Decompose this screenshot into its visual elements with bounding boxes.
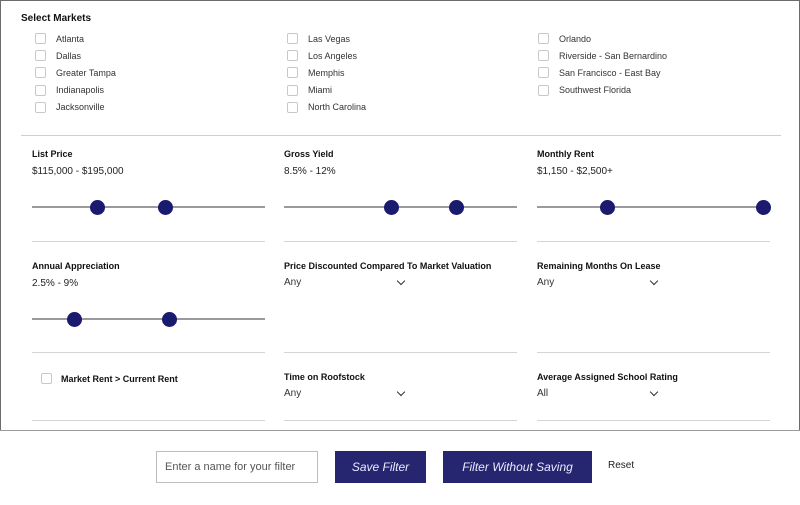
market-item-riverside[interactable]: Riverside - San Bernardino (538, 47, 667, 64)
checkbox-icon[interactable] (538, 84, 549, 96)
slider-thumb-min[interactable] (384, 200, 400, 215)
slider-track (284, 206, 517, 208)
market-column-1: Atlanta Dallas Greater Tampa Indianapoli… (35, 30, 116, 116)
checkbox-icon[interactable] (35, 67, 46, 79)
slider-track (537, 206, 770, 208)
filter-name-input[interactable] (156, 451, 318, 483)
checkbox-icon[interactable] (538, 67, 549, 79)
market-item-dallas[interactable]: Dallas (35, 47, 116, 64)
school-rating-select[interactable]: All (537, 387, 659, 399)
market-item-southwest-florida[interactable]: Southwest Florida (538, 82, 667, 99)
remaining-months-selected: Any (537, 277, 555, 288)
monthly-rent-slider[interactable] (537, 199, 771, 215)
market-item-memphis[interactable]: Memphis (287, 64, 366, 81)
remaining-months-select[interactable]: Any (537, 276, 659, 288)
checkbox-icon[interactable] (287, 50, 298, 62)
select-markets-title: Select Markets (21, 13, 92, 24)
cell-divider (284, 352, 517, 353)
slider-thumb-max[interactable] (756, 200, 771, 215)
market-item-orlando[interactable]: Orlando (538, 30, 667, 47)
list-price-label: List Price (32, 149, 73, 159)
monthly-rent-label: Monthly Rent (537, 149, 594, 159)
annual-appreciation-label: Annual Appreciation (32, 261, 120, 271)
time-on-roofstock-selected: Any (284, 388, 302, 399)
market-column-3: Orlando Riverside - San Bernardino San F… (538, 30, 667, 99)
slider-thumb-min[interactable] (66, 312, 82, 327)
checkbox-icon[interactable] (287, 101, 298, 113)
market-item-las-vegas[interactable]: Las Vegas (287, 30, 366, 47)
market-item-north-carolina[interactable]: North Carolina (287, 99, 366, 116)
reset-link[interactable]: Reset (608, 460, 634, 471)
slider-thumb-min[interactable] (90, 200, 106, 215)
cell-divider (32, 420, 265, 421)
price-discounted-selected: Any (284, 277, 302, 288)
slider-thumb-max[interactable] (449, 200, 465, 215)
cell-divider (284, 241, 517, 242)
cell-divider (284, 420, 517, 421)
monthly-rent-value: $1,150 - $2,500+ (537, 166, 613, 177)
cell-divider (537, 352, 770, 353)
school-rating-label: Average Assigned School Rating (537, 372, 678, 382)
market-item-jacksonville[interactable]: Jacksonville (35, 99, 116, 116)
time-on-roofstock-label: Time on Roofstock (284, 372, 365, 382)
checkbox-icon[interactable] (35, 50, 46, 62)
checkbox-icon[interactable] (41, 373, 52, 384)
slider-thumb-max[interactable] (157, 200, 173, 215)
gross-yield-slider[interactable] (284, 199, 517, 215)
checkbox-icon[interactable] (287, 84, 298, 96)
gross-yield-label: Gross Yield (284, 149, 334, 159)
chevron-down-icon (396, 387, 406, 396)
save-filter-button[interactable]: Save Filter (335, 451, 426, 483)
market-rent-label: Market Rent > Current Rent (61, 373, 178, 384)
cell-divider (537, 241, 770, 242)
checkbox-icon[interactable] (287, 33, 298, 45)
market-column-2: Las Vegas Los Angeles Memphis Miami Nort… (287, 30, 366, 116)
price-discounted-select[interactable]: Any (284, 276, 406, 288)
market-item-san-francisco[interactable]: San Francisco - East Bay (538, 64, 667, 81)
annual-appreciation-value: 2.5% - 9% (32, 278, 79, 289)
annual-appreciation-slider[interactable] (32, 311, 265, 327)
price-discounted-label: Price Discounted Compared To Market Valu… (284, 261, 492, 271)
checkbox-icon[interactable] (287, 67, 298, 79)
market-item-los-angeles[interactable]: Los Angeles (287, 47, 366, 64)
list-price-slider[interactable] (32, 199, 265, 215)
market-item-miami[interactable]: Miami (287, 82, 366, 99)
market-item-atlanta[interactable]: Atlanta (35, 30, 116, 47)
checkbox-icon[interactable] (35, 101, 46, 113)
checkbox-icon[interactable] (538, 50, 549, 62)
markets-divider (21, 135, 781, 136)
market-rent-checkbox-row[interactable]: Market Rent > Current Rent (41, 373, 178, 384)
time-on-roofstock-select[interactable]: Any (284, 387, 406, 399)
gross-yield-value: 8.5% - 12% (284, 166, 336, 177)
school-rating-selected: All (537, 388, 549, 399)
checkbox-icon[interactable] (538, 33, 549, 45)
market-item-greater-tampa[interactable]: Greater Tampa (35, 64, 116, 81)
cell-divider (32, 241, 265, 242)
chevron-down-icon (649, 276, 659, 285)
checkbox-icon[interactable] (35, 33, 46, 45)
slider-thumb-min[interactable] (599, 200, 615, 215)
chevron-down-icon (396, 276, 406, 285)
slider-thumb-max[interactable] (162, 312, 178, 327)
cell-divider (537, 420, 770, 421)
list-price-value: $115,000 - $195,000 (32, 166, 124, 177)
checkbox-icon[interactable] (35, 84, 46, 96)
chevron-down-icon (649, 387, 659, 396)
slider-track (32, 206, 265, 208)
cell-divider (32, 352, 265, 353)
market-item-indianapolis[interactable]: Indianapolis (35, 82, 116, 99)
remaining-months-label: Remaining Months On Lease (537, 261, 661, 271)
filter-without-saving-button[interactable]: Filter Without Saving (443, 451, 592, 483)
